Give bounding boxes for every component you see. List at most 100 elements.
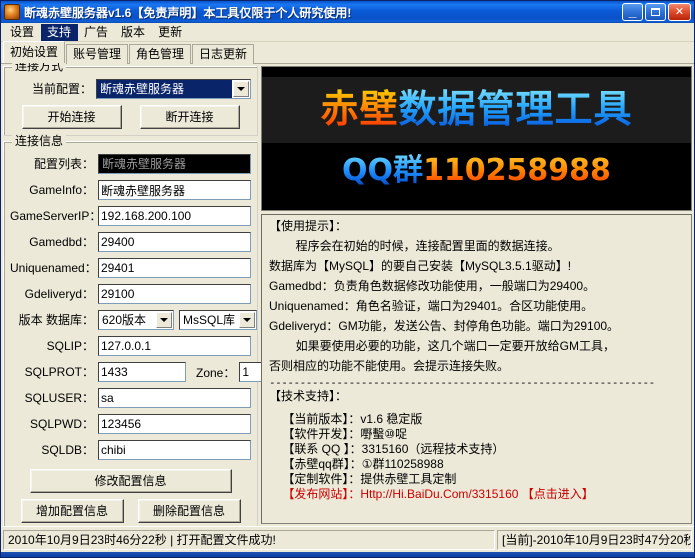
delete-config-button[interactable]: 删除配置信息 [138, 499, 241, 523]
version-db-row: 版本 数据库： 620版本 MsSQL库 [10, 310, 251, 330]
config-action-buttons: 修改配置信息 增加配置信息 删除配置信息 [10, 466, 251, 527]
banner-qq-number: 110258988 [423, 153, 611, 188]
uniquenamed-row: Uniquenamed： [10, 258, 251, 278]
sqlprot-zone-wrap: Zone： [98, 362, 273, 382]
sqldb-label: SQLDB： [10, 443, 98, 457]
help-line-gdeliveryd: Gdeliveryd：GM功能，发送公告、封停角色功能。端口为29100。 [269, 319, 685, 334]
help-line-qq-group: 【赤壁qq群】：①群110258988 [269, 457, 685, 471]
help-line-custom-software: 【定制软件】：提供赤壁工具定制 [269, 472, 685, 486]
close-icon: ✕ [669, 4, 690, 20]
sqlpwd-label: SQLPWD： [10, 417, 98, 431]
main-content: 连接方式 当前配置： 断魂赤壁服务器 开始连接 断开连接 连接信息 配置列表： [1, 64, 694, 526]
sqlpwd-input[interactable] [98, 414, 251, 434]
zone-label: Zone： [196, 364, 235, 381]
help-line-failure-note: 否则相应的功能不能使用。会提示连接失败。 [269, 359, 685, 374]
app-icon [4, 4, 20, 20]
database-combobox[interactable]: MsSQL库 [179, 310, 257, 330]
application-window: 断魂赤壁服务器v1.6【免责声明】本工具仅限于个人研究使用! _ ✕ 设置 支持… [0, 0, 695, 558]
config-list-listbox[interactable]: 断魂赤壁服务器 [98, 154, 251, 174]
status-current-time: [当前]-2010年10月9日23时47分20秒 [497, 530, 692, 550]
tab-initial-settings[interactable]: 初始设置 [3, 41, 65, 63]
gamedbd-input[interactable] [98, 232, 251, 252]
sqlprot-input[interactable] [98, 362, 186, 382]
tab-strip: 初始设置 账号管理 角色管理 日志更新 [1, 42, 694, 64]
chevron-down-icon[interactable] [239, 312, 255, 328]
banner-title: 赤壁数据管理工具 [262, 81, 691, 137]
tab-account-management[interactable]: 账号管理 [66, 44, 128, 64]
help-line-mysql: 数据库为【MySQL】的要自己安装【MySQL3.5.1驱动】! [269, 259, 685, 274]
help-line-support-title: 【技术支持】： [269, 389, 685, 404]
sqluser-row: SQLUSER： [10, 388, 251, 408]
menu-item-version[interactable]: 版本 [115, 24, 152, 41]
current-config-row: 当前配置： 断魂赤壁服务器 [10, 79, 251, 99]
menu-item-update[interactable]: 更新 [152, 24, 189, 41]
chevron-down-icon[interactable] [156, 312, 172, 328]
database-value: MsSQL库 [180, 311, 238, 329]
help-line-developer: 【软件开发】：嘢蟿⑩哫 [269, 427, 685, 441]
connection-buttons: 开始连接 断开连接 [10, 105, 251, 129]
minimize-icon: _ [623, 4, 642, 20]
menu-item-ads[interactable]: 广告 [78, 24, 115, 41]
version-combobox[interactable]: 620版本 [98, 310, 174, 330]
maximize-button[interactable] [645, 3, 666, 21]
menu-item-support[interactable]: 支持 [41, 24, 78, 41]
menu-item-settings[interactable]: 设置 [4, 24, 41, 41]
current-config-label: 当前配置： [10, 82, 96, 96]
sqlip-input[interactable] [98, 336, 251, 356]
uniquenamed-input[interactable] [98, 258, 251, 278]
promo-banner: 赤壁数据管理工具 QQ群110258988 [261, 66, 692, 211]
sqlip-label: SQLIP： [10, 339, 98, 353]
sqluser-label: SQLUSER： [10, 391, 98, 405]
tab-log-update[interactable]: 日志更新 [192, 44, 254, 64]
config-list-label: 配置列表： [10, 157, 98, 171]
gameinfo-row: GameInfo： [10, 180, 251, 200]
help-line-gamedbd: Gamedbd：负责角色数据修改功能使用，一般端口为29400。 [269, 279, 685, 294]
window-title: 断魂赤壁服务器v1.6【免责声明】本工具仅限于个人研究使用! [24, 4, 622, 21]
help-line-current-version: 【当前版本】：v1.6 稳定版 [269, 412, 685, 426]
gameserverip-row: GameServerIP： [10, 206, 251, 226]
gdeliveryd-input[interactable] [98, 284, 251, 304]
sqldb-row: SQLDB： [10, 440, 251, 460]
uniquenamed-label: Uniquenamed： [10, 261, 98, 275]
current-config-combobox[interactable]: 断魂赤壁服务器 [96, 79, 251, 99]
gdeliveryd-label: Gdeliveryd： [10, 287, 98, 301]
help-line-usage-title: 【使用提示】： [269, 219, 685, 234]
minimize-button[interactable]: _ [622, 3, 643, 21]
add-delete-row: 增加配置信息 删除配置信息 [16, 499, 245, 523]
help-line-intro: 程序会在初始的时候，连接配置里面的数据连接。 [269, 239, 685, 254]
sqldb-input[interactable] [98, 440, 251, 460]
tab-role-management[interactable]: 角色管理 [129, 44, 191, 64]
close-button[interactable]: ✕ [668, 3, 691, 21]
help-divider: ----------------------------------------… [269, 379, 685, 387]
gameserverip-input[interactable] [98, 206, 251, 226]
info-pane: 赤壁数据管理工具 QQ群110258988 【使用提示】： 程序会在初始的时候，… [261, 66, 692, 524]
start-connection-button[interactable]: 开始连接 [22, 105, 122, 129]
gameinfo-input[interactable] [98, 180, 251, 200]
gameserverip-label: GameServerIP： [10, 209, 98, 223]
sqluser-input[interactable] [98, 388, 251, 408]
connection-info-group: 连接信息 配置列表： 断魂赤壁服务器 GameInfo： GameServerI… [3, 141, 258, 534]
sqlprot-label: SQLPROT： [10, 365, 98, 379]
sqlip-row: SQLIP： [10, 336, 251, 356]
sqlpwd-row: SQLPWD： [10, 414, 251, 434]
add-config-button[interactable]: 增加配置信息 [21, 499, 124, 523]
help-line-ports-note: 如果要使用必要的功能，这几个端口一定要开放给GM工具， [269, 339, 685, 354]
settings-pane: 连接方式 当前配置： 断魂赤壁服务器 开始连接 断开连接 连接信息 配置列表： [3, 66, 258, 524]
banner-title-cool: 数据管理工具 [399, 87, 633, 131]
disconnect-button[interactable]: 断开连接 [140, 105, 240, 129]
banner-qq-label: QQ群 [342, 153, 423, 188]
status-message: 2010年10月9日23时46分22秒 | 打开配置文件成功! [3, 530, 495, 550]
gameinfo-label: GameInfo： [10, 183, 98, 197]
connection-info-title: 连接信息 [12, 134, 66, 148]
banner-title-hot: 赤壁 [320, 87, 398, 131]
help-line-website[interactable]: 【发布网站】：Http://Hi.BaiDu.Com/3315160 【点击进入… [269, 487, 685, 501]
version-db-label: 版本 数据库： [10, 313, 98, 327]
chevron-down-icon[interactable] [233, 81, 249, 97]
modify-config-button[interactable]: 修改配置信息 [30, 469, 232, 493]
banner-qq: QQ群110258988 [262, 150, 691, 192]
help-text-panel[interactable]: 【使用提示】： 程序会在初始的时候，连接配置里面的数据连接。 数据库为【MySQ… [261, 214, 692, 524]
current-config-value: 断魂赤壁服务器 [97, 80, 232, 98]
maximize-icon [646, 4, 665, 20]
config-list-row: 配置列表： 断魂赤壁服务器 [10, 154, 251, 174]
taskbar-strip [1, 552, 694, 557]
